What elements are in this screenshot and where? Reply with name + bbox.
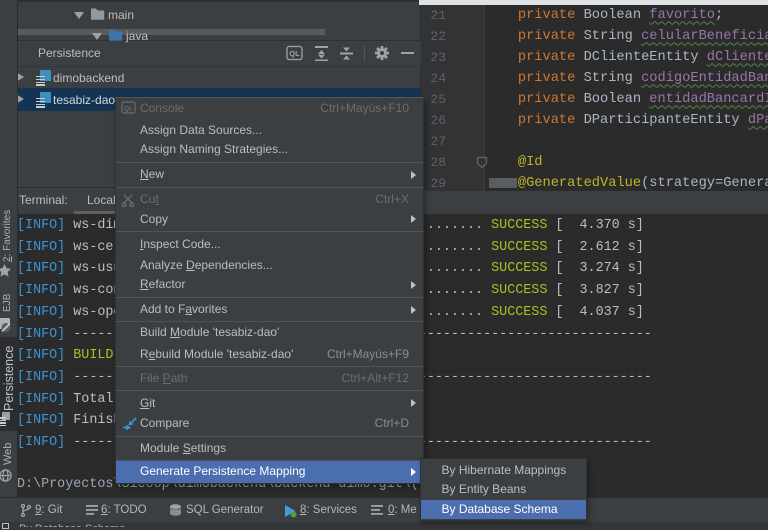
- svg-text:QL: QL: [289, 49, 300, 58]
- svg-text:QL: QL: [124, 106, 133, 113]
